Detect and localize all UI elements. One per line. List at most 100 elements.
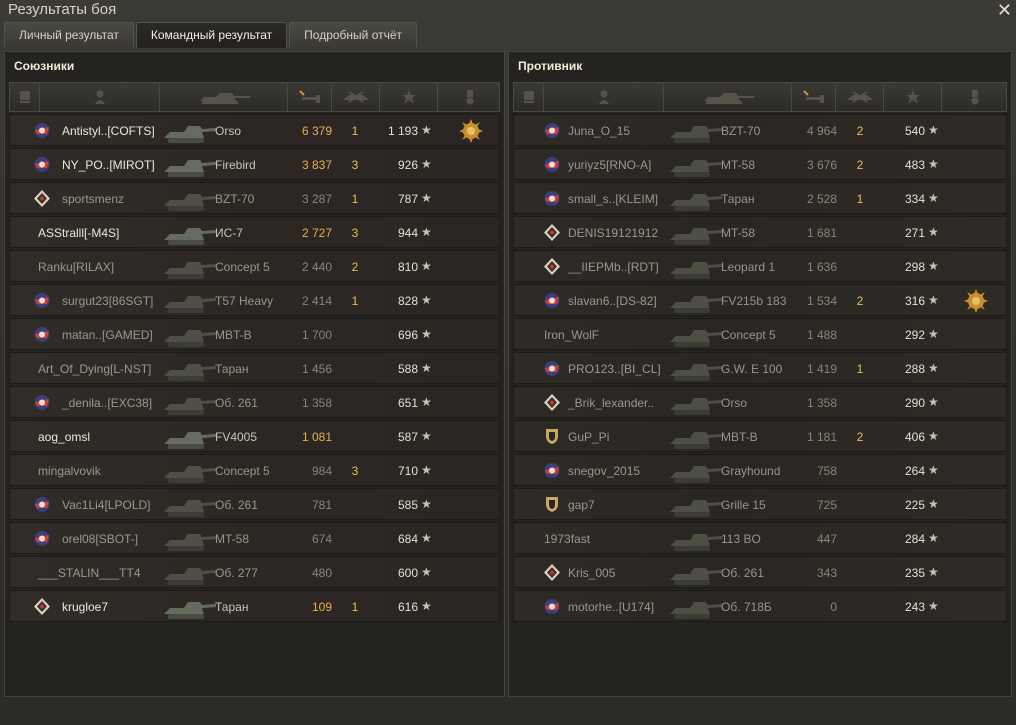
player-row[interactable]: Antistyl..[COFTS] Orso 6 379 1 1 193 ★ [9,114,500,146]
player-row[interactable]: _denila..[EXC38] Об. 261 1 358 651 ★ [9,386,500,418]
kills-value: 2 [856,158,864,172]
tab-personal-result[interactable]: Личный результат [4,22,134,47]
xp-column-icon[interactable] [884,83,942,111]
damage-value: 1 488 [806,328,837,342]
player-row[interactable]: aog_omsl FV4005 1 081 587 ★ [9,420,500,452]
player-row[interactable]: snegov_2015 Grayhound 758 264 ★ [513,454,1007,486]
star-icon: ★ [928,497,939,511]
player-column-icon[interactable] [40,83,160,111]
player-row[interactable]: Art_Of_Dying[L-NST] Таран 1 456 588 ★ [9,352,500,384]
vehicle-column-icon[interactable] [664,83,792,111]
star-icon: ★ [928,191,939,205]
squad-column-icon[interactable] [10,83,40,111]
star-icon: ★ [421,191,432,205]
damage-value: 1 358 [806,396,837,410]
tank-image [160,150,218,179]
player-name: __IIEPMb..[RDT] [568,260,659,274]
star-icon: ★ [421,157,432,171]
player-row[interactable]: slavan6..[DS-82] FV215b 183 1 534 2 316 ★ [513,284,1007,316]
player-row[interactable]: orel08[SBOT-] MT-58 674 684 ★ [9,522,500,554]
player-row[interactable]: 1973fast 113 BO 447 284 ★ [513,522,1007,554]
xp-value: 292 [904,328,925,342]
clan-emblem-icon [32,292,52,309]
damage-value: 1 358 [301,396,332,410]
damage-value: 725 [816,498,837,512]
damage-column-icon[interactable] [288,83,332,111]
medal-3-icon[interactable] [458,118,484,144]
star-icon: ★ [928,429,939,443]
player-row[interactable]: gap7 Grille 15 725 225 ★ [513,488,1007,520]
player-row[interactable]: ___STALIN___TT4 Об. 277 480 600 ★ [9,556,500,588]
enemies-title: Противник [518,59,583,73]
player-name: snegov_2015 [568,464,641,478]
tank-name: MT-58 [721,226,756,240]
tank-name: Concept 5 [215,464,270,478]
damage-value: 781 [311,498,332,512]
player-name: DENIS19121912 [568,226,659,240]
medal-icon[interactable] [963,288,989,314]
clan-emblem-icon [542,156,562,173]
tank-image [160,558,218,587]
close-icon[interactable]: ✕ [997,0,1012,21]
player-row[interactable]: yuriyz5[RNO-A] MT-58 3 676 2 483 ★ [513,148,1007,180]
tab-team-result[interactable]: Командный результат [135,22,288,48]
star-icon: ★ [421,259,432,273]
tab-detailed-report[interactable]: Подробный отчёт [289,22,418,47]
tank-image [666,456,724,485]
damage-value: 4 964 [806,124,837,138]
player-row[interactable]: DENIS19121912 MT-58 1 681 271 ★ [513,216,1007,248]
kills-value: 3 [351,464,359,478]
xp-value: 828 [397,294,418,308]
kills-column-icon[interactable] [836,83,884,111]
star-icon: ★ [928,565,939,579]
star-icon: ★ [421,599,432,613]
player-row[interactable]: GuP_Pi MBT-B 1 181 2 406 ★ [513,420,1007,452]
player-row[interactable]: PRO123..[BI_CL] G.W. E 100 1 419 1 288 ★ [513,352,1007,384]
star-icon: ★ [421,497,432,511]
star-icon: ★ [421,225,432,239]
kills-column-icon[interactable] [332,83,380,111]
medal-column-icon[interactable] [942,83,1008,111]
medal-column-icon[interactable] [438,83,502,111]
player-name: matan..[GAMED] [62,328,153,342]
player-name: NY_PO..[MIROT] [62,158,155,172]
player-row[interactable]: sportsmenz BZT-70 3 287 1 787 ★ [9,182,500,214]
player-column-icon[interactable] [544,83,664,111]
tank-name: Об. 261 [215,498,258,512]
clan-emblem-icon [32,326,52,343]
star-icon: ★ [928,327,939,341]
damage-column-icon[interactable] [792,83,836,111]
tank-name: Grille 15 [721,498,766,512]
star-icon: ★ [928,157,939,171]
vehicle-column-icon[interactable] [160,83,288,111]
player-row[interactable]: Iron_WolF Concept 5 1 488 292 ★ [513,318,1007,350]
player-row[interactable]: mingalvovik Concept 5 984 3 710 ★ [9,454,500,486]
tank-image [666,422,724,451]
player-row[interactable]: _Brik_lexander.. Orso 1 358 290 ★ [513,386,1007,418]
player-row[interactable]: matan..[GAMED] MBT-B 1 700 696 ★ [9,318,500,350]
player-row[interactable]: ASStralll[-M4S] ИС-7 2 727 3 944 ★ [9,216,500,248]
clan-emblem-icon [32,530,52,547]
tank-name: Orso [215,124,242,138]
player-row[interactable]: motorhe..[U174] Об. 718Б 0 243 ★ [513,590,1007,622]
player-row[interactable]: Juna_O_15 BZT-70 4 964 2 540 ★ [513,114,1007,146]
star-icon: ★ [421,327,432,341]
player-row[interactable]: krugloe7 Таран 109 1 616 ★ [9,590,500,622]
player-row[interactable]: __IIEPMb..[RDT] Leopard 1 1 636 298 ★ [513,250,1007,282]
damage-value: 1 181 [806,430,837,444]
star-icon: ★ [421,531,432,545]
xp-column-icon[interactable] [380,83,438,111]
kills-value: 1 [856,362,864,376]
player-row[interactable]: surgut23[86SGT] T57 Heavy 2 414 1 828 ★ [9,284,500,316]
player-row[interactable]: NY_PO..[MIROT] Firebird 3 837 3 926 ★ [9,148,500,180]
tank-image [160,388,218,417]
player-row[interactable]: Ranku[RILAX] Concept 5 2 440 2 810 ★ [9,250,500,282]
player-row[interactable]: Vac1Li4[LPOLD] Об. 261 781 585 ★ [9,488,500,520]
player-name: mingalvovik [38,464,101,478]
damage-value: 1 456 [301,362,332,376]
squad-column-icon[interactable] [514,83,544,111]
xp-value: 585 [397,498,418,512]
player-row[interactable]: small_s..[KLEIM] Таран 2 528 1 334 ★ [513,182,1007,214]
star-icon: ★ [421,293,432,307]
player-row[interactable]: Kris_005 Об. 261 343 235 ★ [513,556,1007,588]
